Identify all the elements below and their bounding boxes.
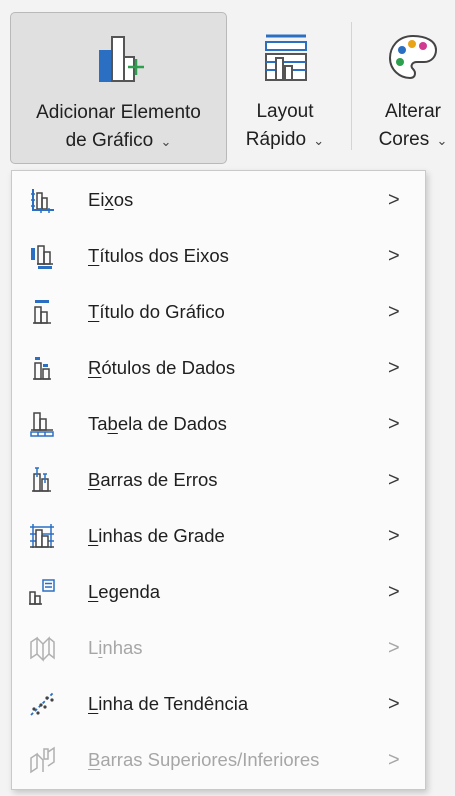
menu-item-gridlines[interactable]: Linhas de Grade > (12, 508, 425, 564)
menu-item-label: Rótulos de Dados (88, 357, 236, 378)
menu-item-up-down-bars: Barras Superiores/Inferiores > (12, 732, 425, 788)
change-colors-label: Alterar Cores ⌄ (378, 101, 448, 150)
menu-item-error-bars[interactable]: Barras de Erros > (12, 452, 425, 508)
chevron-right-icon: > (388, 749, 400, 771)
menu-item-label: Tabela de Dados (88, 413, 227, 434)
menu-item-trendline[interactable]: Linha de Tendência > (12, 676, 425, 732)
menu-item-label: Barras de Erros (88, 469, 218, 490)
color-palette-icon (388, 34, 438, 80)
chevron-right-icon: > (388, 581, 400, 603)
menu-item-label: Barras Superiores/Inferiores (88, 749, 320, 770)
menu-item-data-table[interactable]: Tabela de Dados > (12, 396, 425, 452)
add-chart-element-button[interactable]: Adicionar Elemento de Gráfico ⌄ (10, 12, 227, 164)
chevron-down-icon: ⌄ (313, 133, 325, 148)
chevron-down-icon: ⌄ (160, 134, 172, 149)
menu-item-chart-title[interactable]: Título do Gráfico > (12, 284, 425, 340)
menu-item-axis-titles[interactable]: Títulos dos Eixos > (12, 228, 425, 284)
ribbon-separator (351, 22, 352, 150)
menu-item-label: Eixos (88, 189, 134, 210)
background-area (428, 178, 455, 796)
menu-item-label: Título do Gráfico (88, 301, 225, 322)
quick-layout-label: Layout Rápido ⌄ (245, 101, 325, 150)
chevron-right-icon: > (388, 637, 400, 659)
chevron-right-icon: > (388, 357, 400, 379)
menu-item-label: Títulos dos Eixos (88, 245, 229, 266)
chevron-right-icon: > (388, 469, 400, 491)
axes-icon (31, 189, 54, 213)
chart-design-ribbon: Adicionar Elemento de Gráfico ⌄ Layout R… (0, 0, 455, 178)
trendline-icon (30, 692, 54, 716)
error-bars-icon (32, 467, 51, 492)
quick-layout-icon (265, 34, 307, 81)
up-down-bars-icon (30, 746, 55, 774)
chevron-right-icon: > (388, 525, 400, 547)
data-table-icon (30, 412, 54, 437)
menu-item-axes[interactable]: Eixos > (12, 172, 425, 228)
chart-title-icon (33, 300, 51, 324)
add-chart-element-label: Adicionar Elemento de Gráfico ⌄ (36, 102, 201, 151)
menu-item-data-labels[interactable]: Rótulos de Dados > (12, 340, 425, 396)
add-chart-element-icon (98, 36, 144, 82)
menu-item-lines: Linhas > (12, 620, 425, 676)
chevron-right-icon: > (388, 413, 400, 435)
menu-item-label: Legenda (88, 581, 161, 602)
axis-titles-icon (31, 245, 53, 269)
chevron-right-icon: > (388, 693, 400, 715)
lines-icon (30, 636, 55, 662)
chevron-down-icon: ⌄ (436, 133, 448, 148)
change-colors-button[interactable]: Alterar Cores ⌄ (363, 12, 455, 164)
gridlines-icon (30, 524, 54, 548)
legend-icon (29, 579, 55, 605)
menu-item-legend[interactable]: Legenda > (12, 564, 425, 620)
menu-item-label: Linha de Tendência (88, 693, 249, 714)
menu-item-label: Linhas (88, 637, 143, 658)
quick-layout-button[interactable]: Layout Rápido ⌄ (231, 12, 339, 164)
data-labels-icon (33, 357, 51, 380)
chevron-right-icon: > (388, 301, 400, 323)
chevron-right-icon: > (388, 189, 400, 211)
chevron-right-icon: > (388, 245, 400, 267)
add-chart-element-menu: Eixos > Títulos dos Eixos > Título do Gr… (11, 170, 426, 790)
menu-item-label: Linhas de Grade (88, 525, 225, 546)
